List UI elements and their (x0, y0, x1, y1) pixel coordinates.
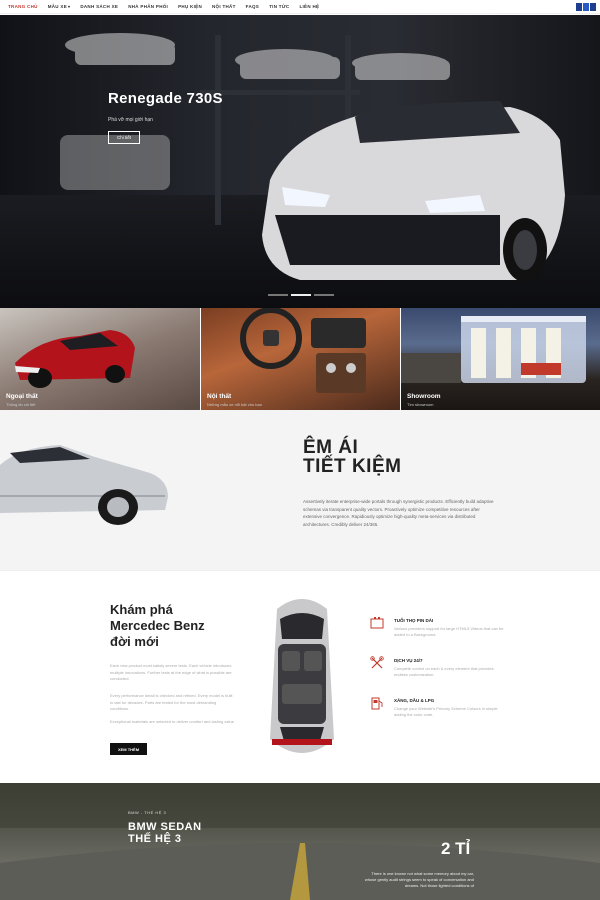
bmw-title-line1: BMW SEDAN (128, 821, 202, 833)
bmw-kicker: BMW - THẾ HỆ 3 (128, 810, 167, 815)
nav-item-interior[interactable]: NỘI THẤT (212, 4, 236, 9)
wrench-icon (370, 656, 384, 669)
hero-slider: Renegade 730S Phá vỡ mọi giới hạn Chi ti… (0, 15, 600, 308)
feature-mercedes-title-line2: Mercedec Benz (110, 618, 205, 633)
service-title: TUỔI THỌ PIN DÀI (394, 618, 434, 623)
bmw-price: 2 TỈ (441, 839, 471, 858)
service-text: Complete control on each & every element… (394, 666, 494, 677)
slider-dot-active[interactable] (291, 294, 311, 296)
feature-comfort-title-line2: TIẾT KIỆM (303, 456, 402, 477)
nav-item-dealers[interactable]: NHÀ PHÂN PHỐI (128, 4, 168, 9)
chevron-down-icon: ▾ (68, 4, 71, 9)
service-text: Various providers support for large HTML… (394, 626, 504, 637)
feature-mercedes-title-line1: Khám phá (110, 602, 173, 617)
language-flag-icon[interactable] (575, 3, 596, 11)
nav-item-models[interactable]: MẪU XE▾ (48, 4, 71, 9)
feature-comfort-section: ÊM ÁI TIẾT KIỆM Assertively iterate ente… (0, 410, 600, 570)
feature-mercedes-title-line3: đời mới (110, 634, 159, 649)
silver-sedan-image (0, 445, 168, 525)
bmw-title: BMW SEDAN THẾ HỆ 3 (128, 821, 202, 845)
bmw-text: There is one known not what some memory … (364, 871, 474, 888)
feature-mercedes-paragraph: Each new product must satisfy severe tes… (110, 663, 232, 681)
top-navigation: TRANG CHỦ MẪU XE▾ DANH SÁCH XE NHÀ PHÂN … (0, 0, 600, 14)
category-sub: Những mẫu xe nổi bật cho bạn (207, 402, 262, 407)
nav-item-news[interactable]: TIN TỨC (269, 4, 289, 9)
bmw-promo-section: BMW - THẾ HỆ 3 BMW SEDAN THẾ HỆ 3 2 TỈ T… (0, 783, 600, 900)
hero-car-image (60, 33, 565, 282)
slider-dot[interactable] (268, 294, 288, 296)
battery-icon (370, 617, 384, 629)
service-title: DỊCH VỤ 24/7 (394, 658, 423, 663)
hero-subtitle: Phá vỡ mọi giới hạn (108, 117, 153, 123)
slider-dot[interactable] (314, 294, 334, 296)
feature-comfort-text: Assertively iterate enterprise-wide port… (303, 499, 494, 527)
category-sub: Thông tin chi tiết (6, 402, 36, 407)
car-topview-image (270, 599, 334, 753)
category-label: Ngoại thất (6, 393, 38, 400)
category-tiles: Ngoại thất Thông tin chi tiết Nội thất N… (0, 308, 600, 410)
feature-comfort-title: ÊM ÁI TIẾT KIỆM (303, 438, 401, 476)
hero-details-button[interactable]: Chi tiết (108, 131, 140, 144)
feature-mercedes-paragraph: Every performance detail is checked and … (110, 693, 233, 711)
nav-item-accessories[interactable]: PHỤ KIỆN (178, 4, 202, 9)
nav-item-models-label: MẪU XE (47, 4, 68, 9)
hero-title: Renegade 730S (108, 90, 223, 107)
bmw-title-line2: THẾ HỆ 3 (128, 833, 182, 845)
category-interior[interactable]: Nội thất Những mẫu xe nổi bật cho bạn (200, 308, 400, 410)
see-more-button[interactable]: XEM THÊM (110, 743, 147, 755)
nav-item-faqs[interactable]: FAQS (246, 4, 259, 9)
service-text: Change your Website's Primary Scheme Col… (394, 706, 498, 717)
fuel-pump-icon (371, 697, 383, 710)
road-background-image (0, 783, 600, 900)
category-exterior[interactable]: Ngoại thất Thông tin chi tiết (0, 308, 200, 410)
category-showroom[interactable]: Showroom Tìm showroom (400, 308, 600, 410)
nav-item-car-list[interactable]: DANH SÁCH XE (80, 4, 118, 9)
slider-pagination (268, 294, 337, 296)
category-label: Nội thất (207, 393, 232, 400)
nav-item-contact[interactable]: LIÊN HỆ (299, 4, 319, 9)
feature-mercedes-title: Khám phá Mercedec Benz đời mới (110, 602, 240, 650)
nav-item-home[interactable]: TRANG CHỦ (8, 4, 38, 9)
service-title: XĂNG, DẦU & LPG (394, 698, 435, 703)
feature-mercedes-section: Khám phá Mercedec Benz đời mới Each new … (0, 570, 600, 783)
category-sub: Tìm showroom (407, 402, 434, 407)
feature-comfort-title-line1: ÊM ÁI (303, 437, 359, 458)
category-label: Showroom (407, 393, 441, 400)
feature-mercedes-paragraph: Exceptional materials are selected to de… (110, 719, 235, 724)
